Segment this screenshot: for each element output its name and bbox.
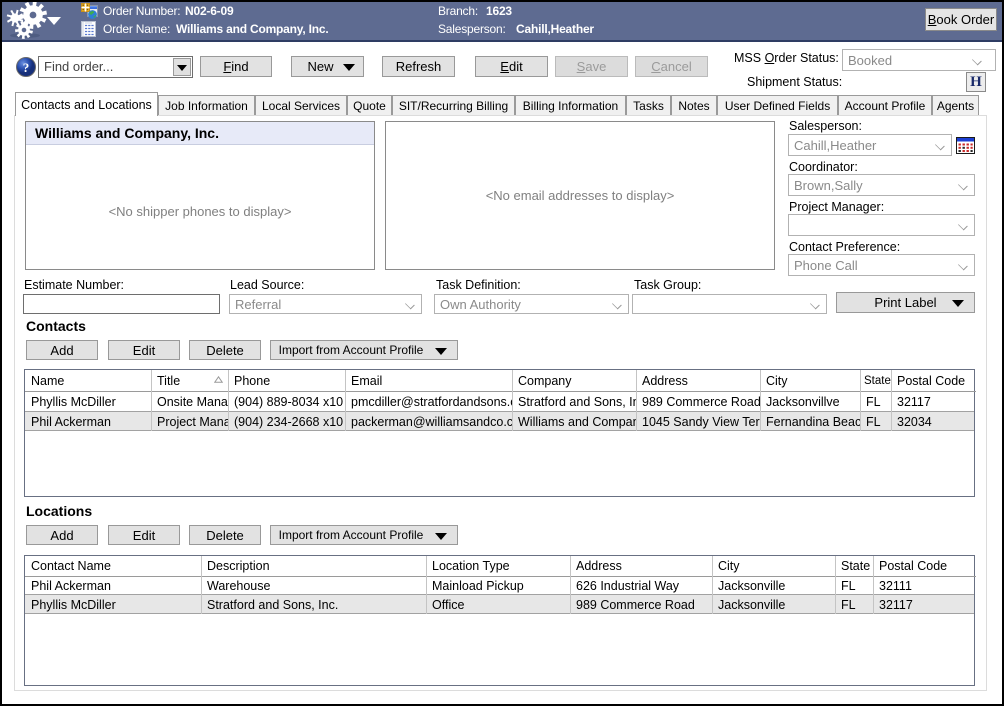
svg-text:?: ? — [23, 60, 30, 75]
